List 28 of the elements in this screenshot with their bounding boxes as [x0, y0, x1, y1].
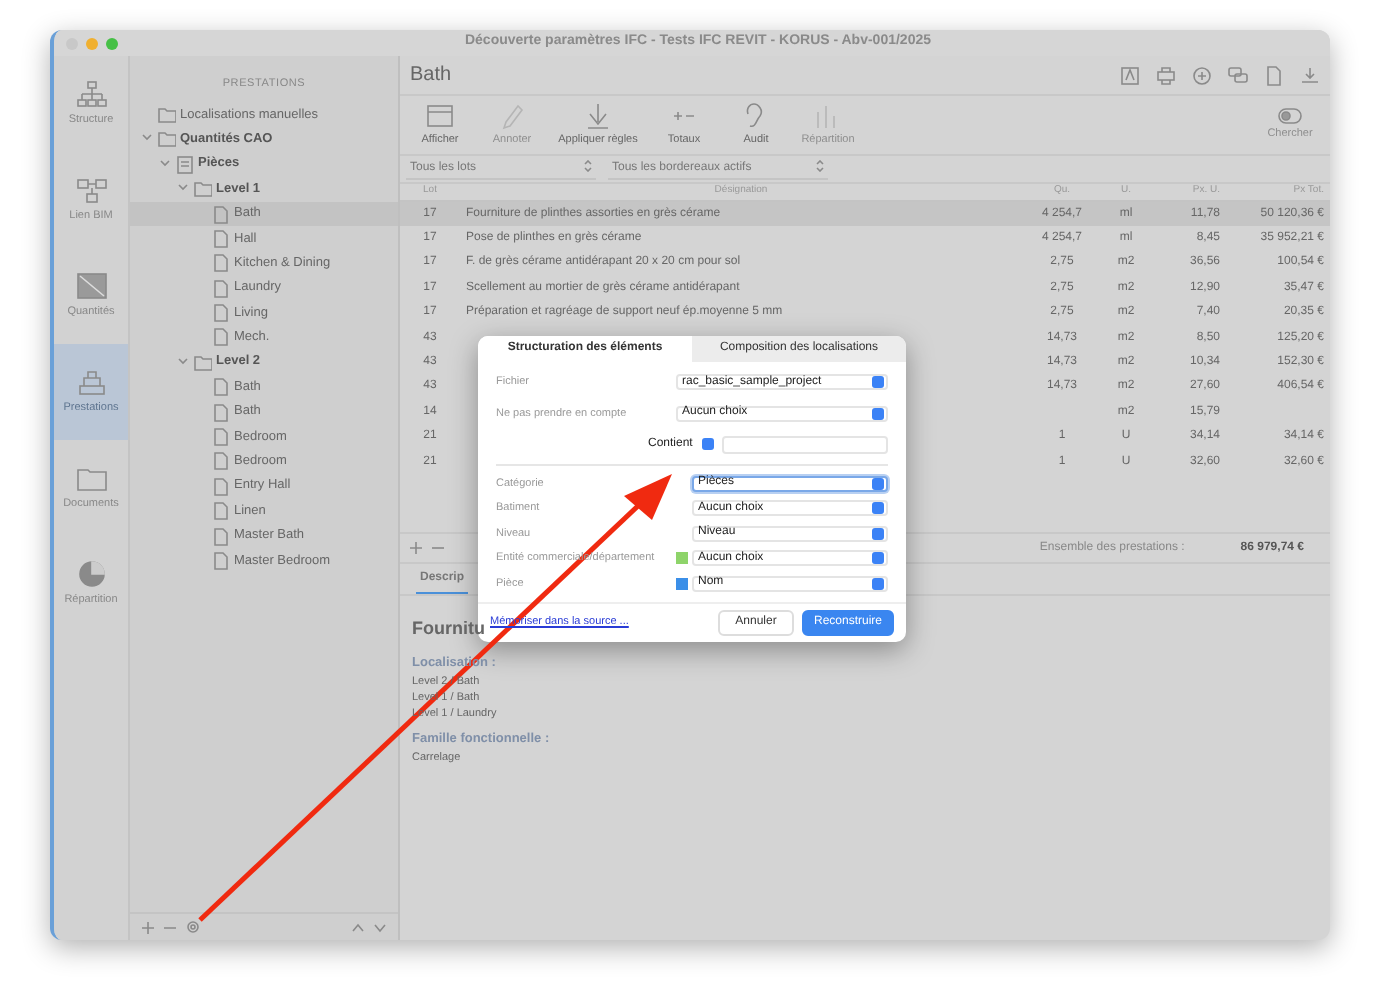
folder-icon [194, 353, 212, 372]
gear-icon[interactable] [186, 920, 200, 934]
hierarchy-icon [75, 79, 107, 108]
chevron-icon [816, 159, 824, 171]
page-title: Bath [410, 62, 452, 90]
text-box-icon[interactable] [1120, 65, 1140, 85]
chevron-icon [584, 159, 592, 171]
down-arrow-icon [582, 101, 614, 130]
file-icon[interactable] [1264, 65, 1284, 85]
detail-title: Fournitu [412, 616, 485, 643]
add-icon[interactable] [410, 542, 422, 555]
pie-icon [75, 559, 107, 588]
remove-icon[interactable] [432, 542, 444, 555]
stack-icon [75, 367, 107, 396]
category-icon [176, 155, 194, 174]
text-input[interactable] [722, 435, 888, 454]
folder-icon [194, 180, 212, 199]
remove-icon[interactable] [164, 921, 176, 933]
add-icon[interactable] [142, 921, 154, 933]
chat-bubbles-icon[interactable] [1228, 65, 1248, 85]
toggle-icon [1278, 107, 1302, 124]
printer-icon[interactable] [1156, 65, 1176, 85]
zoom-button[interactable] [106, 37, 118, 49]
folder-icon [75, 463, 107, 492]
window-icon [424, 101, 456, 130]
linked-boxes-icon [75, 175, 107, 204]
minimize-button[interactable] [86, 37, 98, 49]
export-icon[interactable] [1300, 65, 1320, 85]
